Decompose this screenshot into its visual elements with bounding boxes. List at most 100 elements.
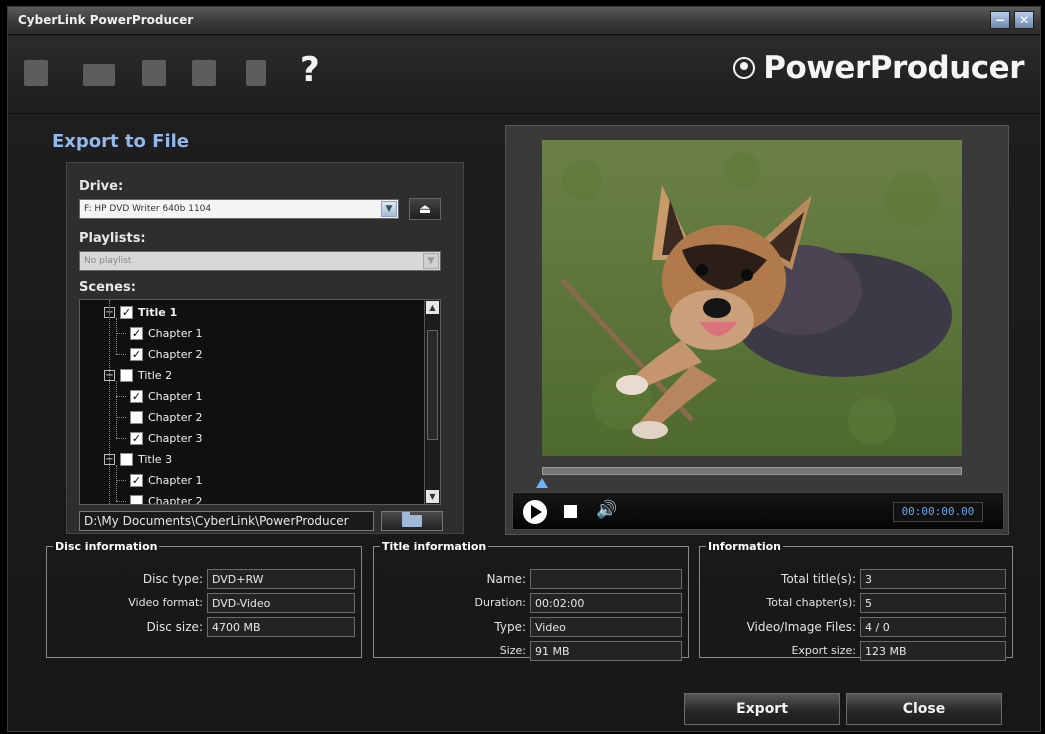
scene-chapter-item[interactable]: ✓ Chapter 2 — [130, 344, 202, 364]
scene-item-label: Chapter 1 — [148, 389, 203, 403]
toolbar: ? PowerProducer — [8, 36, 1040, 114]
drive-select[interactable]: F: HP DVD Writer 640b 1104 ▼ — [79, 199, 399, 219]
scene-title-item[interactable]: − Title 3 — [104, 449, 172, 469]
scene-item-label: Title 3 — [138, 452, 173, 466]
tree-connector — [116, 465, 117, 501]
new-project-icon[interactable] — [24, 60, 48, 86]
size-label: Size: — [499, 644, 526, 657]
disc-type-row: Disc type: DVD+RW — [47, 569, 355, 589]
tree-connector — [116, 333, 126, 334]
type-label: Type: — [494, 620, 526, 634]
checked-checkbox[interactable]: ✓ — [130, 326, 143, 340]
tree-connector — [116, 501, 126, 502]
scene-item-label: Title 1 — [138, 305, 178, 319]
playlists-select[interactable]: No playlist ▼ — [79, 251, 441, 271]
total-chapters-label: Total chapter(s): — [766, 596, 856, 609]
scene-chapter-item[interactable]: Chapter 2 — [130, 407, 202, 427]
browse-folder-button[interactable] — [381, 511, 443, 531]
brand-logo: PowerProducer — [733, 50, 1024, 86]
total-titles-row: Total title(s): 3 — [700, 569, 1006, 589]
unchecked-checkbox[interactable] — [130, 494, 143, 504]
timecode-display: 00:00:00.00 — [893, 502, 983, 522]
duration-row: Duration: 00:02:00 — [374, 593, 682, 613]
scene-title-item[interactable]: − ✓ Title 1 — [104, 302, 177, 322]
playlists-value: No playlist — [84, 256, 132, 266]
unchecked-checkbox[interactable] — [120, 452, 133, 466]
chevron-down-icon[interactable]: ▼ — [423, 253, 439, 269]
save-as-icon[interactable] — [192, 60, 216, 86]
name-value — [530, 569, 682, 589]
scenes-scrollbar[interactable]: ▲ ▼ — [424, 300, 440, 504]
checked-checkbox[interactable]: ✓ — [130, 389, 143, 403]
scroll-down-icon[interactable]: ▼ — [426, 490, 439, 503]
scene-title-item[interactable]: − Title 2 — [104, 365, 172, 385]
close-button[interactable]: Close — [846, 693, 1002, 725]
dog-video-frame — [542, 140, 962, 456]
title-info-legend: Title information — [382, 540, 487, 553]
scene-chapter-item[interactable]: ✓ Chapter 1 — [130, 470, 202, 490]
tree-connector — [116, 417, 126, 418]
scene-item-label: Chapter 2 — [148, 410, 203, 424]
drive-value: F: HP DVD Writer 640b 1104 — [84, 204, 212, 214]
save-icon[interactable] — [142, 60, 166, 86]
help-icon[interactable]: ? — [300, 50, 324, 90]
window-title: CyberLink PowerProducer — [18, 13, 194, 27]
disc-size-label: Disc size: — [146, 620, 203, 634]
minimize-button[interactable]: − — [990, 11, 1010, 29]
export-settings-panel: Drive: F: HP DVD Writer 640b 1104 ▼ ⏏ Pl… — [66, 162, 464, 534]
video-format-label: Video format: — [128, 596, 203, 609]
scenes-tree[interactable]: ▲ ▼ − ✓ Title 1 ✓ Chapter 1 ✓ Chapter 2− Title … — [79, 299, 441, 505]
files-value: 4 / 0 — [860, 617, 1006, 637]
eject-icon: ⏏ — [418, 201, 432, 217]
scroll-thumb[interactable] — [427, 330, 438, 440]
scene-chapter-item[interactable]: ✓ Chapter 1 — [130, 323, 202, 343]
unchecked-checkbox[interactable] — [120, 368, 133, 382]
size-row: Size: 91 MB — [374, 641, 682, 661]
name-row: Name: — [374, 569, 682, 589]
information-group: Information Total title(s): 3 Total chap… — [699, 540, 1013, 661]
title-bar[interactable]: CyberLink PowerProducer − ✕ — [8, 7, 1040, 35]
player-controls: 🔊 00:00:00.00 — [512, 492, 1004, 530]
scene-chapter-item[interactable]: Chapter 2 — [130, 491, 203, 505]
open-folder-icon[interactable] — [83, 64, 115, 86]
close-window-button[interactable]: ✕ — [1014, 11, 1034, 29]
title-information-group: Title information Name: Duration: 00:02:… — [373, 540, 689, 661]
checked-checkbox[interactable]: ✓ — [130, 473, 143, 487]
files-row: Video/Image Files: 4 / 0 — [700, 617, 1006, 637]
scene-item-label: Title 2 — [138, 368, 173, 382]
unchecked-checkbox[interactable] — [130, 410, 143, 424]
preview-video-frame[interactable] — [542, 140, 962, 456]
volume-icon[interactable]: 🔊 — [596, 500, 617, 520]
name-label: Name: — [486, 572, 526, 586]
scene-item-label: Chapter 2 — [148, 494, 203, 505]
export-size-row: Export size: 123 MB — [700, 641, 1006, 661]
checked-checkbox[interactable]: ✓ — [130, 347, 143, 361]
power-logo-icon — [733, 57, 756, 79]
scene-item-label: Chapter 1 — [148, 326, 203, 340]
scene-chapter-item[interactable]: ✓ Chapter 3 — [130, 428, 202, 448]
files-label: Video/Image Files: — [746, 620, 856, 634]
eject-button[interactable]: ⏏ — [409, 198, 441, 220]
checked-checkbox[interactable]: ✓ — [120, 305, 133, 319]
chevron-down-icon[interactable]: ▼ — [381, 201, 397, 217]
export-button[interactable]: Export — [684, 693, 840, 725]
scroll-up-icon[interactable]: ▲ — [426, 301, 439, 314]
tools-icon[interactable] — [246, 60, 266, 86]
duration-value: 00:02:00 — [530, 593, 682, 613]
disc-information-group: Disc information Disc type: DVD+RW Video… — [46, 540, 362, 658]
play-icon[interactable] — [523, 500, 547, 524]
scenes-label: Scenes: — [79, 280, 136, 295]
app-window: CyberLink PowerProducer − ✕ ? PowerProdu… — [7, 6, 1041, 732]
checked-checkbox[interactable]: ✓ — [130, 431, 143, 445]
seek-marker-icon[interactable] — [536, 478, 548, 488]
scene-item-label: Chapter 1 — [148, 473, 203, 487]
type-value: Video — [530, 617, 682, 637]
page-title: Export to File — [52, 131, 189, 152]
stop-icon[interactable] — [564, 505, 577, 518]
scene-chapter-item[interactable]: ✓ Chapter 1 — [130, 386, 202, 406]
tree-connector — [116, 381, 117, 438]
seek-bar[interactable] — [542, 467, 962, 475]
export-size-value: 123 MB — [860, 641, 1006, 661]
brand-name: PowerProducer — [763, 50, 1024, 86]
output-path-field[interactable]: D:\My Documents\CyberLink\PowerProducer — [79, 511, 374, 531]
